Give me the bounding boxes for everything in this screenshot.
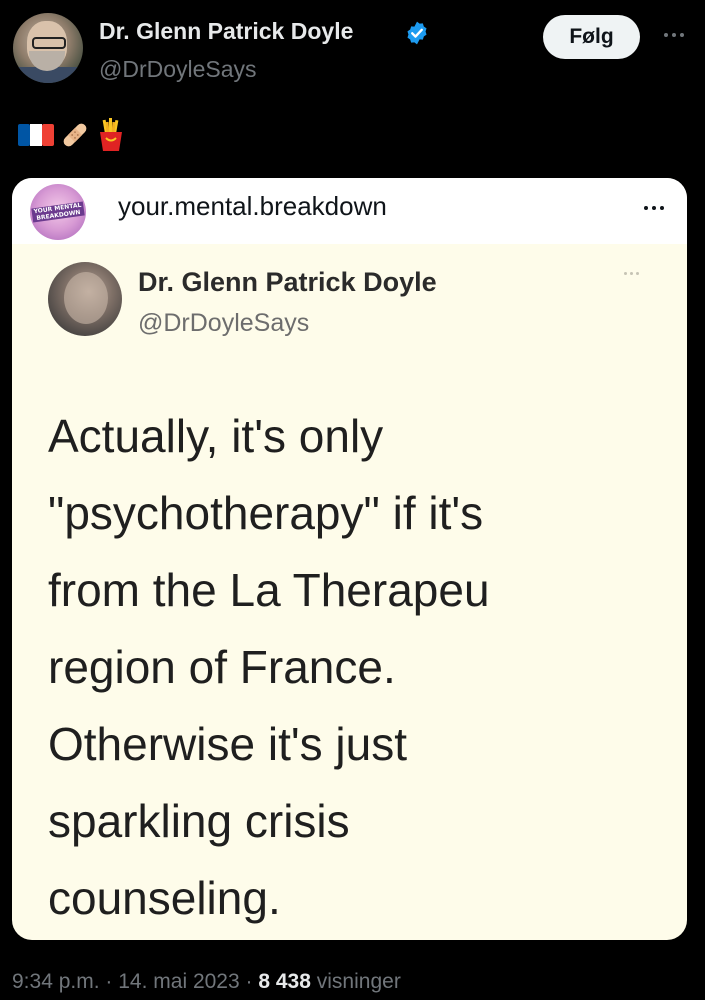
- views-count: 8 438: [258, 970, 311, 993]
- verified-badge-icon: [407, 21, 427, 45]
- tweet-text-line: counseling.: [48, 872, 281, 924]
- inner-tweet-name: Dr. Glenn Patrick Doyle: [138, 267, 437, 297]
- meta-separator: ·: [105, 970, 113, 993]
- quoted-more-options-icon[interactable]: [634, 196, 674, 220]
- inner-tweet-handle: @DrDoyleSays: [138, 309, 310, 337]
- french-fries-icon: [100, 118, 122, 151]
- follow-button[interactable]: Følg: [543, 15, 640, 59]
- tweet-text-line: Actually, it's only: [48, 410, 384, 462]
- tweet-text-line: "psychotherapy" if it's: [48, 487, 484, 539]
- quoted-post-card[interactable]: YOUR MENTAL BREAKDOWN your.mental.breakd…: [12, 178, 687, 940]
- post-date[interactable]: 14. mai 2023: [118, 970, 239, 993]
- author-name[interactable]: Dr. Glenn Patrick Doyle: [99, 18, 353, 45]
- more-options-icon[interactable]: [654, 20, 694, 50]
- tweet-text-line: region of France.: [48, 641, 396, 693]
- tweet-text-line: from the La Therapeu: [48, 564, 490, 616]
- quoted-account-avatar[interactable]: YOUR MENTAL BREAKDOWN: [30, 184, 86, 240]
- meta-separator: ·: [245, 970, 253, 993]
- post-metadata: 9:34 p.m. · 14. mai 2023 · 8 438 visning…: [12, 970, 401, 994]
- bio-emoji-row: [18, 118, 126, 152]
- adhesive-bandage-icon: [63, 123, 87, 147]
- post-time[interactable]: 9:34 p.m.: [12, 970, 100, 993]
- inner-tweet-text: Actually, it's only "psychotherapy" if i…: [48, 398, 668, 937]
- tweet-text-line: sparkling crisis: [48, 795, 350, 847]
- flag-france-icon: [18, 124, 54, 146]
- quoted-account-name[interactable]: your.mental.breakdown: [118, 191, 387, 222]
- author-avatar[interactable]: [13, 13, 83, 83]
- views-label: visninger: [316, 970, 401, 993]
- inner-tweet-more-icon: [624, 272, 639, 275]
- inner-tweet-avatar: [48, 262, 122, 336]
- author-handle[interactable]: @DrDoyleSays: [99, 56, 257, 83]
- tweet-text-line: Otherwise it's just: [48, 718, 407, 770]
